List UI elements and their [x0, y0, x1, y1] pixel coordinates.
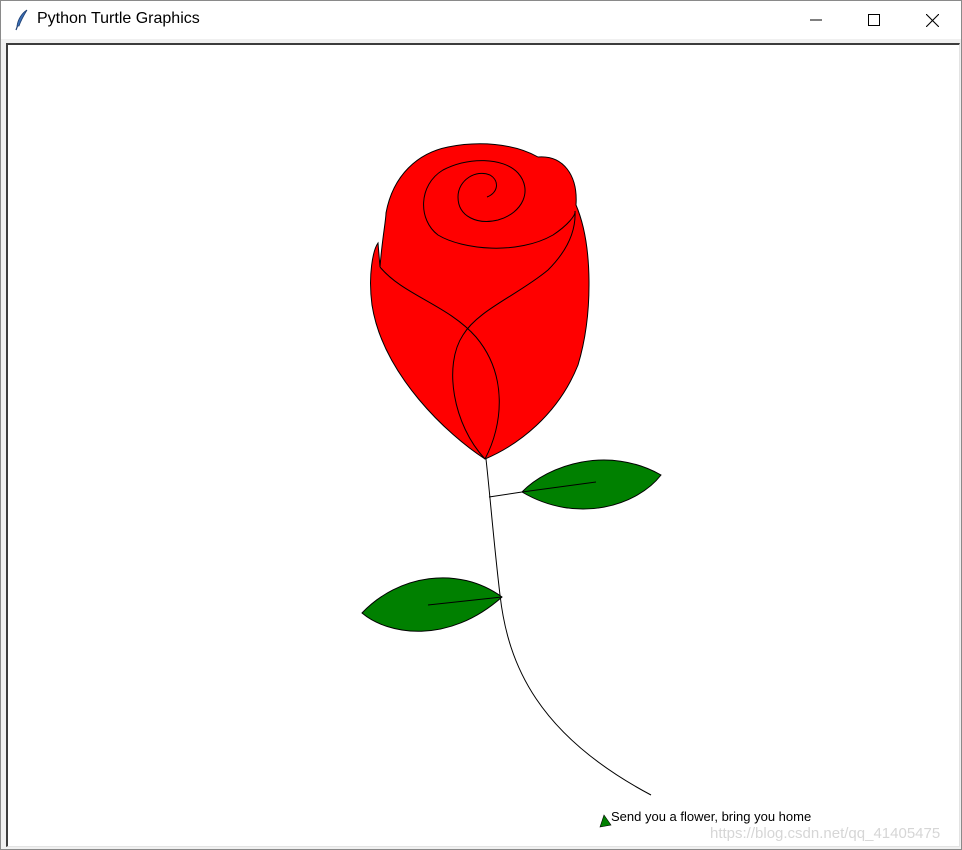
minimize-button[interactable]: [787, 1, 845, 39]
turtle-canvas[interactable]: Send you a flower, bring you home https:…: [6, 43, 960, 847]
maximize-button[interactable]: [845, 1, 903, 39]
turtle-window: Python Turtle Graphics Send you a flower…: [0, 0, 962, 850]
flower-message: Send you a flower, bring you home: [611, 809, 812, 824]
window-title: Python Turtle Graphics: [37, 10, 200, 27]
upper-leaf: [521, 459, 662, 510]
turtle-cursor: [599, 814, 612, 828]
watermark: https://blog.csdn.net/qq_41405475: [710, 825, 941, 842]
rose-head: [370, 143, 590, 460]
close-button[interactable]: [903, 1, 961, 39]
close-icon: [925, 13, 939, 27]
drawing-surface: [361, 143, 662, 828]
upper-leaf-stalk: [488, 491, 523, 498]
stem: [485, 458, 652, 796]
feather-icon: [13, 9, 31, 31]
minimize-icon: [810, 14, 822, 26]
maximize-icon: [868, 14, 880, 26]
title-bar[interactable]: Python Turtle Graphics: [1, 1, 961, 39]
